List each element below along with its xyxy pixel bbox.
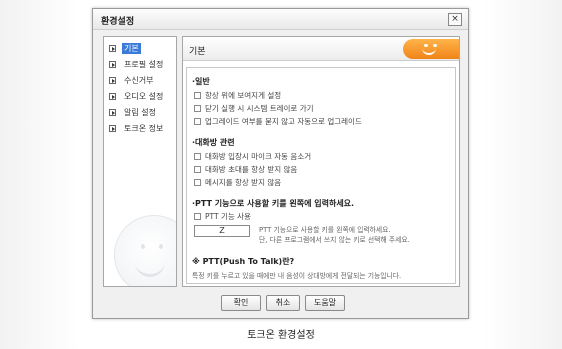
checkbox-label: 항상 위에 보여지게 설정	[205, 91, 282, 100]
minimize-to-tray-checkbox[interactable]: 닫기 실행 시 시스템 트레이로 가기	[194, 103, 314, 114]
figure-caption: 토크온 환경설정	[247, 330, 315, 341]
auto-mute-checkbox[interactable]: 대화방 입장시 마이크 자동 음소거	[194, 151, 311, 162]
sidebar-item-about[interactable]: 토크온 정보	[109, 122, 165, 135]
smiley-badge-icon	[403, 39, 459, 59]
sidebar-item-label: 토크온 정보	[124, 124, 164, 133]
reject-invite-checkbox[interactable]: 대화방 초대를 항상 받지 않음	[194, 164, 297, 175]
content-panel: 기본 ·일반 항상 위에 보여지게 설정 닫기 실행 시 시스템 트레이로 가기…	[182, 36, 460, 287]
auto-upgrade-checkbox[interactable]: 업그레이드 여부를 묻지 않고 자동으로 업그레이드	[194, 116, 362, 127]
sidebar: 기본 프로필 설정 수신거부 오디오 설정 알림 설정 토크온 정보	[103, 36, 177, 287]
sidebar-item-block[interactable]: 수신거부	[109, 74, 155, 87]
sidebar-item-label: 기본	[122, 43, 141, 54]
ptt-key-input[interactable]: Z	[194, 225, 250, 237]
checkbox[interactable]	[194, 105, 201, 112]
cancel-button[interactable]: 취소	[266, 295, 300, 311]
checkbox[interactable]	[194, 118, 201, 125]
sidebar-item-label: 오디오 설정	[124, 92, 164, 101]
checkbox[interactable]	[194, 166, 201, 173]
checkbox[interactable]	[194, 92, 201, 99]
checkbox[interactable]	[194, 213, 201, 220]
section-title-chat: ·대화방 관련	[192, 138, 235, 147]
checkbox-label: 대화방 입장시 마이크 자동 음소거	[205, 152, 312, 161]
sidebar-item-label: 수신거부	[124, 76, 154, 85]
arrow-right-icon	[109, 109, 116, 116]
reject-messages-checkbox[interactable]: 메시지를 항상 받지 않음	[194, 177, 281, 188]
title-bar[interactable]: 환경설정 ×	[93, 9, 468, 30]
checkbox-label: 업그레이드 여부를 묻지 않고 자동으로 업그레이드	[205, 117, 362, 126]
panel-title: 기본	[189, 47, 206, 57]
sidebar-item-label: 알림 설정	[124, 108, 156, 117]
checkbox-label: 닫기 실행 시 시스템 트레이로 가기	[205, 104, 314, 113]
ok-button[interactable]: 확인	[221, 295, 261, 311]
ptt-faq-description: 특정 키를 누르고 있을 때에만 내 음성이 상대방에게 전달되는 기능입니다.	[192, 272, 402, 280]
section-title-general: ·일반	[192, 77, 210, 86]
checkbox-label: PTT 기능 사용	[205, 212, 251, 221]
arrow-right-icon	[109, 93, 116, 100]
arrow-right-icon	[109, 77, 116, 84]
checkbox[interactable]	[194, 179, 201, 186]
arrow-right-icon	[109, 61, 116, 68]
sidebar-item-audio[interactable]: 오디오 설정	[109, 90, 165, 103]
ptt-help-line-2: 단, 다른 프로그램에서 쓰지 않는 키로 선택해 주세요.	[259, 236, 410, 244]
settings-group: ·일반 항상 위에 보여지게 설정 닫기 실행 시 시스템 트레이로 가기 업그…	[186, 67, 456, 284]
checkbox-label: 대화방 초대를 항상 받지 않음	[205, 165, 298, 174]
arrow-right-icon	[109, 45, 116, 52]
checkbox-label: 메시지를 항상 받지 않음	[205, 178, 282, 187]
always-on-top-checkbox[interactable]: 항상 위에 보여지게 설정	[194, 90, 281, 101]
close-button[interactable]: ×	[448, 13, 462, 26]
checkbox[interactable]	[194, 153, 201, 160]
ptt-enable-checkbox[interactable]: PTT 기능 사용	[194, 211, 251, 222]
sidebar-item-label: 프로필 설정	[124, 60, 164, 69]
smiley-icon	[114, 215, 176, 286]
sidebar-item-profile[interactable]: 프로필 설정	[109, 58, 165, 71]
ptt-faq-title: ※ PTT(Push To Talk)란?	[192, 257, 295, 266]
window-title: 환경설정	[101, 17, 135, 27]
ptt-help-line-1: PTT 기능으로 사용할 키를 왼쪽에 입력하세요.	[259, 226, 391, 234]
panel-header: 기본	[183, 37, 459, 61]
sidebar-item-notification[interactable]: 알림 설정	[109, 106, 158, 119]
section-title-ptt: ·PTT 기능으로 사용할 키를 왼쪽에 입력하세요.	[192, 199, 355, 208]
settings-dialog: 환경설정 × 기본 프로필 설정 수신거부 오디오 설정 알림 설정 토크온 정…	[92, 8, 469, 319]
sidebar-item-basic[interactable]: 기본	[109, 42, 141, 55]
help-button[interactable]: 도움말	[305, 295, 345, 311]
arrow-right-icon	[109, 125, 116, 132]
